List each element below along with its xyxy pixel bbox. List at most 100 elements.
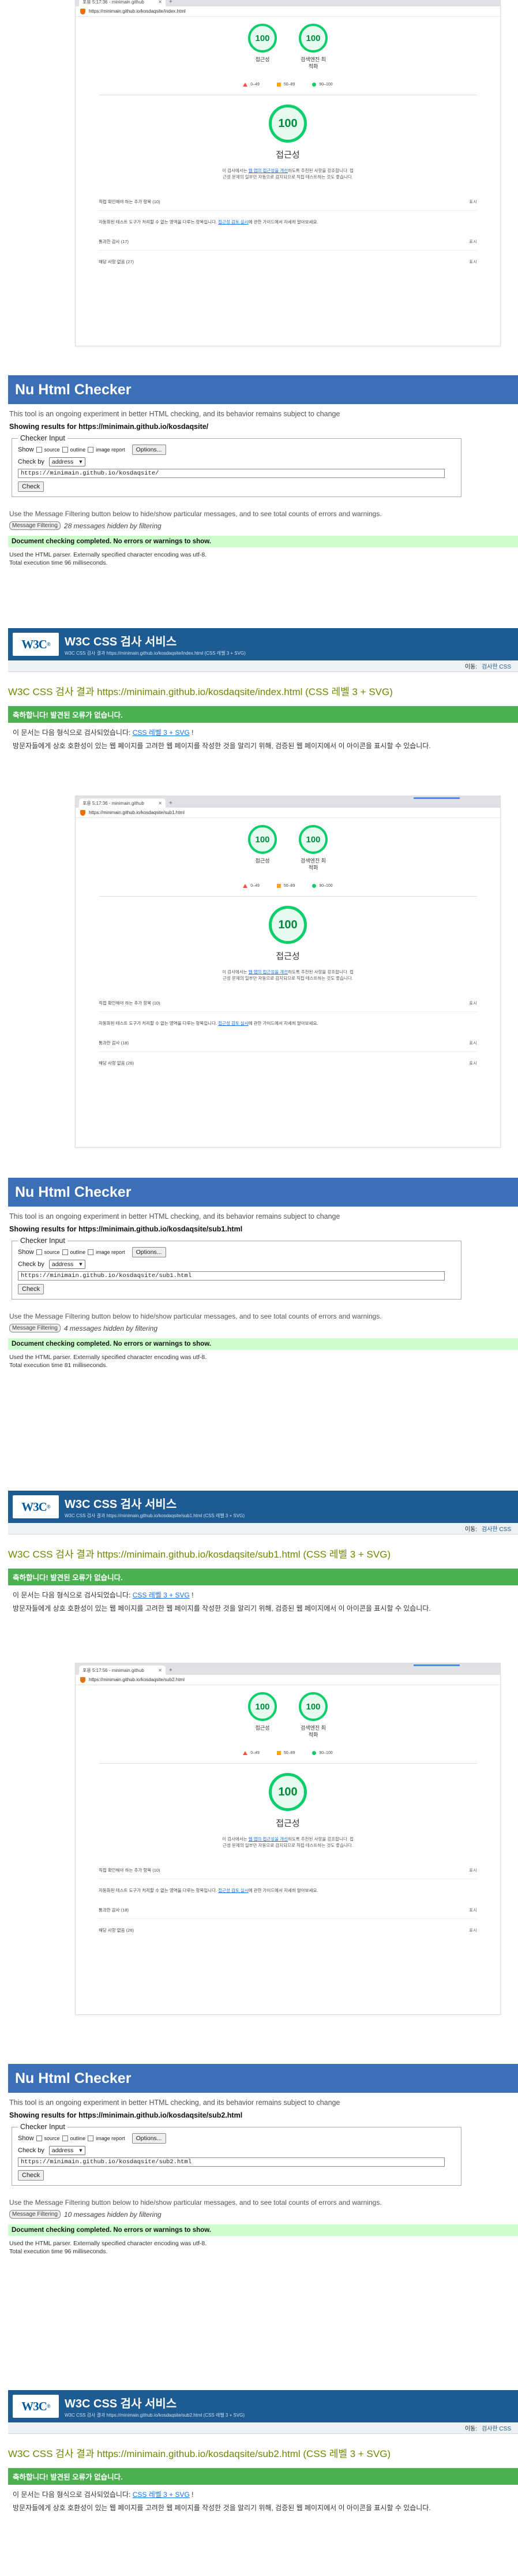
result-title: W3C CSS 검사 결과 https://minimain.github.io… (8, 686, 393, 697)
opt-label: source (44, 1249, 60, 1255)
image-report-checkbox[interactable] (88, 1249, 94, 1255)
show-toggle[interactable]: 표시 (469, 1060, 477, 1066)
checkby-select[interactable]: address ▾ (48, 457, 85, 466)
message-filtering-button[interactable]: Message Filtering (9, 521, 61, 530)
close-icon[interactable]: ✕ (158, 0, 162, 5)
show-toggle[interactable]: 표시 (469, 1927, 477, 1933)
category-title: 접근성 (276, 1819, 300, 1828)
address-bar[interactable]: https://minimain.github.io/kosdaqsite/in… (76, 6, 500, 17)
audit-group-passed[interactable]: 통과한 감사 (18) 표시 (99, 1032, 477, 1052)
note-text: 자동화된 테스트 도구가 처리할 수 없는 영역을 다루는 항목입니다. (99, 1021, 219, 1026)
nu-checker-index: Nu Html Checker This tool is an ongoing … (8, 375, 518, 567)
audit-group-passed[interactable]: 통과한 감사 (17) 표시 (99, 230, 477, 251)
browser-tab[interactable]: 포용 5:17:36 - minimain.github ✕ (79, 0, 166, 6)
close-icon[interactable]: ✕ (158, 801, 162, 806)
jump-link[interactable]: 검사한 CSS (482, 1524, 511, 1533)
nu-experiment-note: This tool is an ongoing experiment in be… (9, 2099, 340, 2107)
loading-bar (414, 1664, 460, 1666)
audit-group-note: 자동화된 테스트 도구가 처리할 수 없는 영역을 다루는 항목입니다. 접근성… (99, 1012, 477, 1032)
valid-link[interactable]: CSS 레벨 3 + SVG (133, 1591, 190, 1599)
audit-group-manual[interactable]: 직접 확인해야 하는 추가 항목 (10) 표시 (99, 1859, 477, 1879)
source-checkbox[interactable] (36, 1249, 42, 1255)
audit-group-na[interactable]: 해당 사항 없음 (27) 표시 (99, 251, 477, 270)
audit-group-manual[interactable]: 직접 확인해야 하는 추가 항목 (10) 표시 (99, 191, 477, 211)
close-icon[interactable]: ✕ (158, 1668, 162, 1673)
show-toggle[interactable]: 표시 (469, 199, 477, 205)
browser-tab[interactable]: 포용 5:17:36 - minimain.github ✕ (79, 798, 166, 808)
address-bar[interactable]: https://minimain.github.io/kosdaqsite/su… (76, 1675, 500, 1685)
nu-title: Nu Html Checker (8, 2064, 518, 2093)
valid-link[interactable]: CSS 레벨 3 + SVG (133, 729, 190, 737)
badge-paragraph: 방문자들에게 상호 호환성이 있는 웹 페이지를 고려한 웹 페이지를 작성한 … (13, 2504, 431, 2512)
options-button[interactable]: Options... (132, 445, 166, 455)
jump-link[interactable]: 검사한 CSS (482, 662, 511, 670)
nu-checker-sub2: Nu Html Checker This tool is an ongoing … (8, 2064, 518, 2256)
url-input[interactable]: https://minimain.github.io/kosdaqsite/su… (18, 1271, 445, 1280)
checkby-select[interactable]: address ▾ (48, 1260, 85, 1269)
outline-checkbox[interactable] (62, 2136, 68, 2141)
show-toggle[interactable]: 표시 (469, 1907, 477, 1913)
source-checkbox[interactable] (36, 2136, 42, 2141)
audit-group-label: 해당 사항 없음 (26) (99, 1061, 134, 1066)
show-toggle[interactable]: 표시 (469, 1040, 477, 1046)
jump-link[interactable]: 검사한 CSS (482, 2424, 511, 2432)
valid-link[interactable]: CSS 레벨 3 + SVG (133, 2491, 190, 2499)
category-score: 100 (269, 104, 307, 143)
options-button[interactable]: Options... (132, 2133, 166, 2144)
image-report-checkbox[interactable] (88, 447, 94, 453)
lighthouse-icon (80, 8, 85, 14)
address-bar[interactable]: https://minimain.github.io/kosdaqsite/su… (76, 808, 500, 818)
new-tab-icon[interactable]: + (169, 1667, 172, 1674)
outline-checkbox[interactable] (62, 447, 68, 453)
outline-checkbox[interactable] (62, 1249, 68, 1255)
nu-showing: Showing results for https://minimain.git… (9, 423, 209, 431)
check-button[interactable]: Check (18, 2170, 44, 2181)
gauge-accessibility[interactable]: 100 접근성 (245, 825, 280, 871)
message-filtering-button[interactable]: Message Filtering (9, 1324, 61, 1332)
desc-link[interactable]: 웹 앱의 접근성을 개선 (249, 1836, 288, 1842)
lighthouse-screenshot-sub2: 포용 5:17:56 - minimain.github ✕ + https://… (75, 1663, 501, 2015)
w3c-css-index: W3C ® W3C CSS 검사 서비스 W3C CSS 검사 결과 https://… (8, 628, 518, 751)
gauge-seo[interactable]: 100 검색엔진 최적화 (296, 825, 331, 871)
note-link[interactable]: 접근성 검토 실시 (218, 1021, 248, 1026)
nu-checker-sub1: Nu Html Checker This tool is an ongoing … (8, 1178, 518, 1369)
checkby-select[interactable]: address ▾ (48, 2146, 85, 2155)
options-button[interactable]: Options... (132, 1247, 166, 1257)
show-toggle[interactable]: 표시 (469, 1000, 477, 1006)
audit-group-passed[interactable]: 통과한 감사 (18) 표시 (99, 1899, 477, 1919)
new-tab-icon[interactable]: + (169, 0, 172, 5)
desc-link[interactable]: 웹 앱의 접근성을 개선 (249, 168, 288, 173)
note-link[interactable]: 접근성 검토 실시 (218, 219, 248, 225)
w3c-logo[interactable]: W3C ® (13, 633, 59, 656)
nu-title: Nu Html Checker (8, 1178, 518, 1207)
desc-link[interactable]: 웹 앱의 접근성을 개선 (249, 969, 288, 975)
show-toggle[interactable]: 표시 (469, 259, 477, 265)
note-text: 에 관한 가이드에서 자세히 알아보세요. (248, 1888, 318, 1893)
audit-group-na[interactable]: 해당 사항 없음 (26) 표시 (99, 1919, 477, 1939)
gauge-score: 100 (248, 24, 277, 53)
gauge-seo[interactable]: 100 검색엔진 최적화 (296, 1692, 331, 1738)
check-button[interactable]: Check (18, 1284, 44, 1294)
gauge-accessibility[interactable]: 100 접근성 (245, 1692, 280, 1738)
url-input[interactable]: https://minimain.github.io/kosdaqsite/ (18, 469, 445, 478)
valid-text: 이 문서는 다음 형식으로 검사되었습니다: (13, 1591, 133, 1599)
audit-group-label: 해당 사항 없음 (27) (99, 259, 134, 264)
w3c-logo[interactable]: W3C ® (13, 1495, 59, 1518)
audit-group-manual[interactable]: 직접 확인해야 하는 추가 항목 (10) 표시 (99, 992, 477, 1012)
audit-group-na[interactable]: 해당 사항 없음 (26) 표시 (99, 1052, 477, 1072)
show-toggle[interactable]: 표시 (469, 1867, 477, 1873)
image-report-checkbox[interactable] (88, 2136, 94, 2141)
show-toggle[interactable]: 표시 (469, 238, 477, 245)
browser-tab[interactable]: 포용 5:17:56 - minimain.github ✕ (79, 1666, 166, 1675)
new-tab-icon[interactable]: + (169, 800, 172, 807)
checkby-label: Check by (18, 2147, 44, 2154)
hidden-count: 10 messages hidden by filtering (63, 2210, 162, 2219)
source-checkbox[interactable] (36, 447, 42, 453)
message-filtering-button[interactable]: Message Filtering (9, 2210, 61, 2219)
w3c-logo[interactable]: W3C ® (13, 2395, 59, 2418)
gauge-accessibility[interactable]: 100 접근성 (245, 24, 280, 70)
url-input[interactable]: https://minimain.github.io/kosdaqsite/su… (18, 2157, 445, 2167)
note-link[interactable]: 접근성 검토 실시 (218, 1888, 248, 1893)
gauge-seo[interactable]: 100 검색엔진 최적화 (296, 24, 331, 70)
check-button[interactable]: Check (18, 481, 44, 492)
